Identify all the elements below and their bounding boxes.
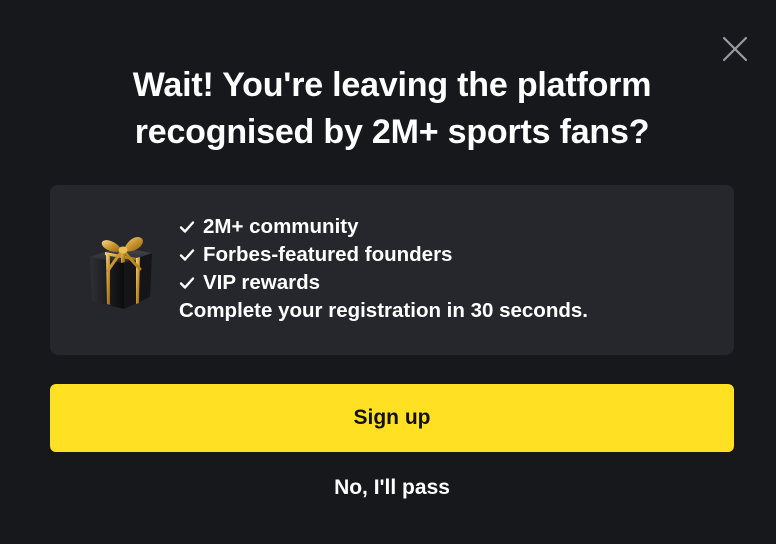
benefits-list: 2M+ community Forbes-featured founders V…	[179, 213, 452, 297]
signup-button[interactable]: Sign up	[50, 384, 734, 452]
check-icon	[179, 221, 195, 233]
modal-title-line-1: Wait! You're leaving the platform	[132, 66, 652, 104]
check-icon	[179, 249, 195, 261]
registration-note: Complete your registration in 30 seconds…	[179, 299, 588, 322]
modal-title: Wait! You're leaving the platform recogn…	[60, 62, 724, 156]
benefit-label: 2M+ community	[203, 215, 359, 238]
benefit-label: Forbes-featured founders	[203, 243, 453, 266]
close-icon	[722, 36, 748, 62]
exit-intent-modal: Wait! You're leaving the platform recogn…	[0, 0, 776, 544]
pass-button[interactable]: No, I'll pass	[50, 472, 734, 504]
benefit-item: VIP rewards	[179, 269, 452, 297]
promo-card: 2M+ community Forbes-featured founders V…	[50, 185, 734, 355]
benefit-item: Forbes-featured founders	[179, 241, 452, 269]
modal-title-line-2: recognised by 2M+ sports fans?	[134, 113, 650, 151]
gift-box-icon	[90, 236, 152, 309]
close-button[interactable]	[720, 34, 750, 64]
check-icon	[179, 277, 195, 289]
benefit-item: 2M+ community	[179, 213, 452, 241]
benefit-label: VIP rewards	[203, 271, 320, 294]
